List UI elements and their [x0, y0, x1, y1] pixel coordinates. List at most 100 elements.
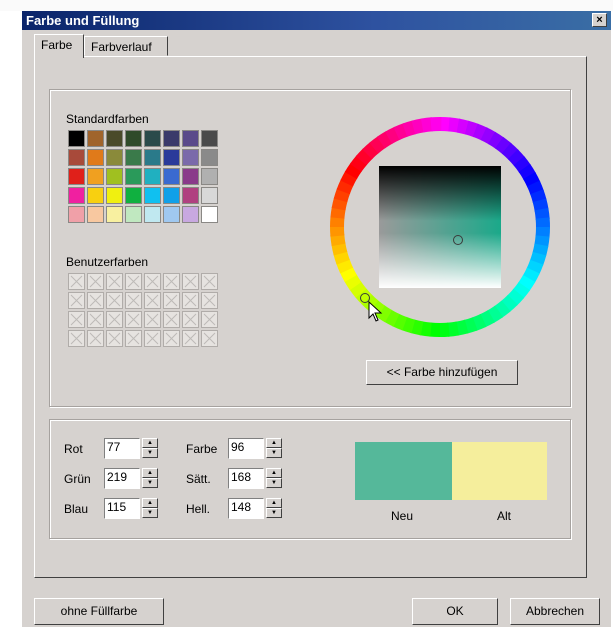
standard-color-swatch[interactable] — [125, 149, 142, 166]
hue-ring-segment[interactable] — [362, 141, 380, 160]
custom-color-slot[interactable] — [144, 330, 161, 347]
hue-ring-segment[interactable] — [336, 179, 354, 195]
standard-color-swatch[interactable] — [87, 206, 104, 223]
red-spinner[interactable]: ▲ ▼ — [142, 438, 158, 459]
custom-color-slot[interactable] — [68, 292, 85, 309]
hue-ring-segment[interactable] — [535, 226, 550, 239]
hue-ring-segment[interactable] — [419, 321, 432, 337]
custom-color-slot[interactable] — [87, 311, 104, 328]
hue-ring-segment[interactable] — [455, 319, 469, 336]
spin-up-icon[interactable]: ▲ — [142, 498, 158, 508]
standard-color-swatch[interactable] — [87, 187, 104, 204]
hue-ring-segment[interactable] — [447, 321, 460, 337]
hue-ring-segment[interactable] — [349, 280, 367, 298]
green-spinner[interactable]: ▲ ▼ — [142, 468, 158, 489]
hue-ring-segment[interactable] — [472, 123, 488, 141]
spin-down-icon[interactable]: ▼ — [142, 448, 158, 458]
standard-color-swatch[interactable] — [201, 187, 218, 204]
hue-ring-segment[interactable] — [439, 117, 452, 132]
hue-ring-segment[interactable] — [385, 126, 401, 144]
custom-color-slot[interactable] — [106, 330, 123, 347]
custom-color-slot[interactable] — [125, 330, 142, 347]
custom-color-slot[interactable] — [163, 330, 180, 347]
standard-color-swatch[interactable] — [87, 149, 104, 166]
hue-ring-segment[interactable] — [383, 309, 400, 327]
hue-ring-segment[interactable] — [330, 234, 346, 247]
saturation-spinner[interactable]: ▲ ▼ — [266, 468, 282, 489]
custom-color-slot[interactable] — [68, 311, 85, 328]
hue-ring-segment[interactable] — [344, 162, 363, 180]
custom-color-slot[interactable] — [182, 311, 199, 328]
hue-ring-segment[interactable] — [330, 206, 346, 219]
custom-color-slot[interactable] — [144, 292, 161, 309]
custom-color-slot[interactable] — [144, 311, 161, 328]
blue-input[interactable]: 115 — [104, 498, 140, 519]
standard-color-swatch[interactable] — [87, 130, 104, 147]
custom-color-slot[interactable] — [68, 273, 85, 290]
hue-ring-segment[interactable] — [448, 117, 461, 133]
tab-farbverlauf[interactable]: Farbverlauf — [84, 36, 168, 56]
hue-ring-segment[interactable] — [401, 316, 416, 334]
spin-up-icon[interactable]: ▲ — [266, 438, 282, 448]
custom-color-slot[interactable] — [68, 330, 85, 347]
hue-ring-segment[interactable] — [355, 148, 374, 166]
saturation-input[interactable]: 168 — [228, 468, 264, 489]
custom-color-slot[interactable] — [87, 330, 104, 347]
hue-ring-segment[interactable] — [456, 118, 470, 135]
hue-ring-segment[interactable] — [331, 197, 348, 211]
standard-color-swatch[interactable] — [68, 149, 85, 166]
custom-color-slot[interactable] — [163, 311, 180, 328]
hue-ring-segment[interactable] — [487, 131, 505, 150]
standard-color-swatch[interactable] — [201, 149, 218, 166]
standard-color-swatch[interactable] — [68, 206, 85, 223]
hue-ring-segment[interactable] — [500, 294, 518, 313]
standard-color-swatch[interactable] — [144, 187, 161, 204]
custom-color-slot[interactable] — [106, 311, 123, 328]
standard-color-swatch[interactable] — [106, 149, 123, 166]
custom-color-slot[interactable] — [201, 292, 218, 309]
lightness-spinner[interactable]: ▲ ▼ — [266, 498, 282, 519]
hue-ring-segment[interactable] — [530, 189, 547, 204]
blue-spinner[interactable]: ▲ ▼ — [142, 498, 158, 519]
red-input[interactable]: 77 — [104, 438, 140, 459]
hue-ring-segment[interactable] — [428, 322, 441, 337]
hue-ring-segment[interactable] — [532, 243, 549, 257]
spin-up-icon[interactable]: ▲ — [266, 468, 282, 478]
standard-color-swatch[interactable] — [106, 187, 123, 204]
standard-color-swatch[interactable] — [163, 149, 180, 166]
hue-ring-segment[interactable] — [463, 317, 478, 334]
standard-color-swatch[interactable] — [182, 130, 199, 147]
hue-ring-segment[interactable] — [518, 163, 536, 181]
add-color-button[interactable]: << Farbe hinzufügen — [366, 360, 518, 385]
hue-ring-segment[interactable] — [529, 251, 547, 266]
spin-down-icon[interactable]: ▼ — [266, 448, 282, 458]
standard-color-swatch[interactable] — [125, 187, 142, 204]
hue-ring-segment[interactable] — [336, 258, 354, 274]
custom-color-slot[interactable] — [163, 292, 180, 309]
standard-color-swatch[interactable] — [182, 206, 199, 223]
hue-ring-segment[interactable] — [532, 198, 549, 212]
hue-ring-segment[interactable] — [393, 123, 409, 141]
spin-up-icon[interactable]: ▲ — [266, 498, 282, 508]
spin-up-icon[interactable]: ▲ — [142, 438, 158, 448]
color-wheel[interactable] — [325, 112, 555, 342]
standard-color-swatch[interactable] — [163, 168, 180, 185]
standard-color-swatch[interactable] — [87, 168, 104, 185]
hue-ring-segment[interactable] — [392, 313, 408, 331]
standard-color-swatch[interactable] — [125, 130, 142, 147]
lightness-input[interactable]: 148 — [228, 498, 264, 519]
custom-color-slot[interactable] — [125, 292, 142, 309]
hue-ring-segment[interactable] — [507, 149, 526, 167]
hue-ring-segment[interactable] — [486, 305, 504, 323]
hue-ring-segment[interactable] — [411, 118, 425, 135]
spin-up-icon[interactable]: ▲ — [142, 468, 158, 478]
hue-ring-segment[interactable] — [522, 267, 540, 284]
standard-color-swatch[interactable] — [68, 130, 85, 147]
custom-color-slot[interactable] — [106, 273, 123, 290]
spin-down-icon[interactable]: ▼ — [142, 508, 158, 518]
title-bar[interactable]: Farbe und Füllung × — [22, 11, 611, 30]
standard-color-swatch[interactable] — [144, 130, 161, 147]
hue-ring-segment[interactable] — [410, 319, 424, 336]
hue-ring-segment[interactable] — [340, 170, 358, 187]
standard-color-swatch[interactable] — [201, 168, 218, 185]
